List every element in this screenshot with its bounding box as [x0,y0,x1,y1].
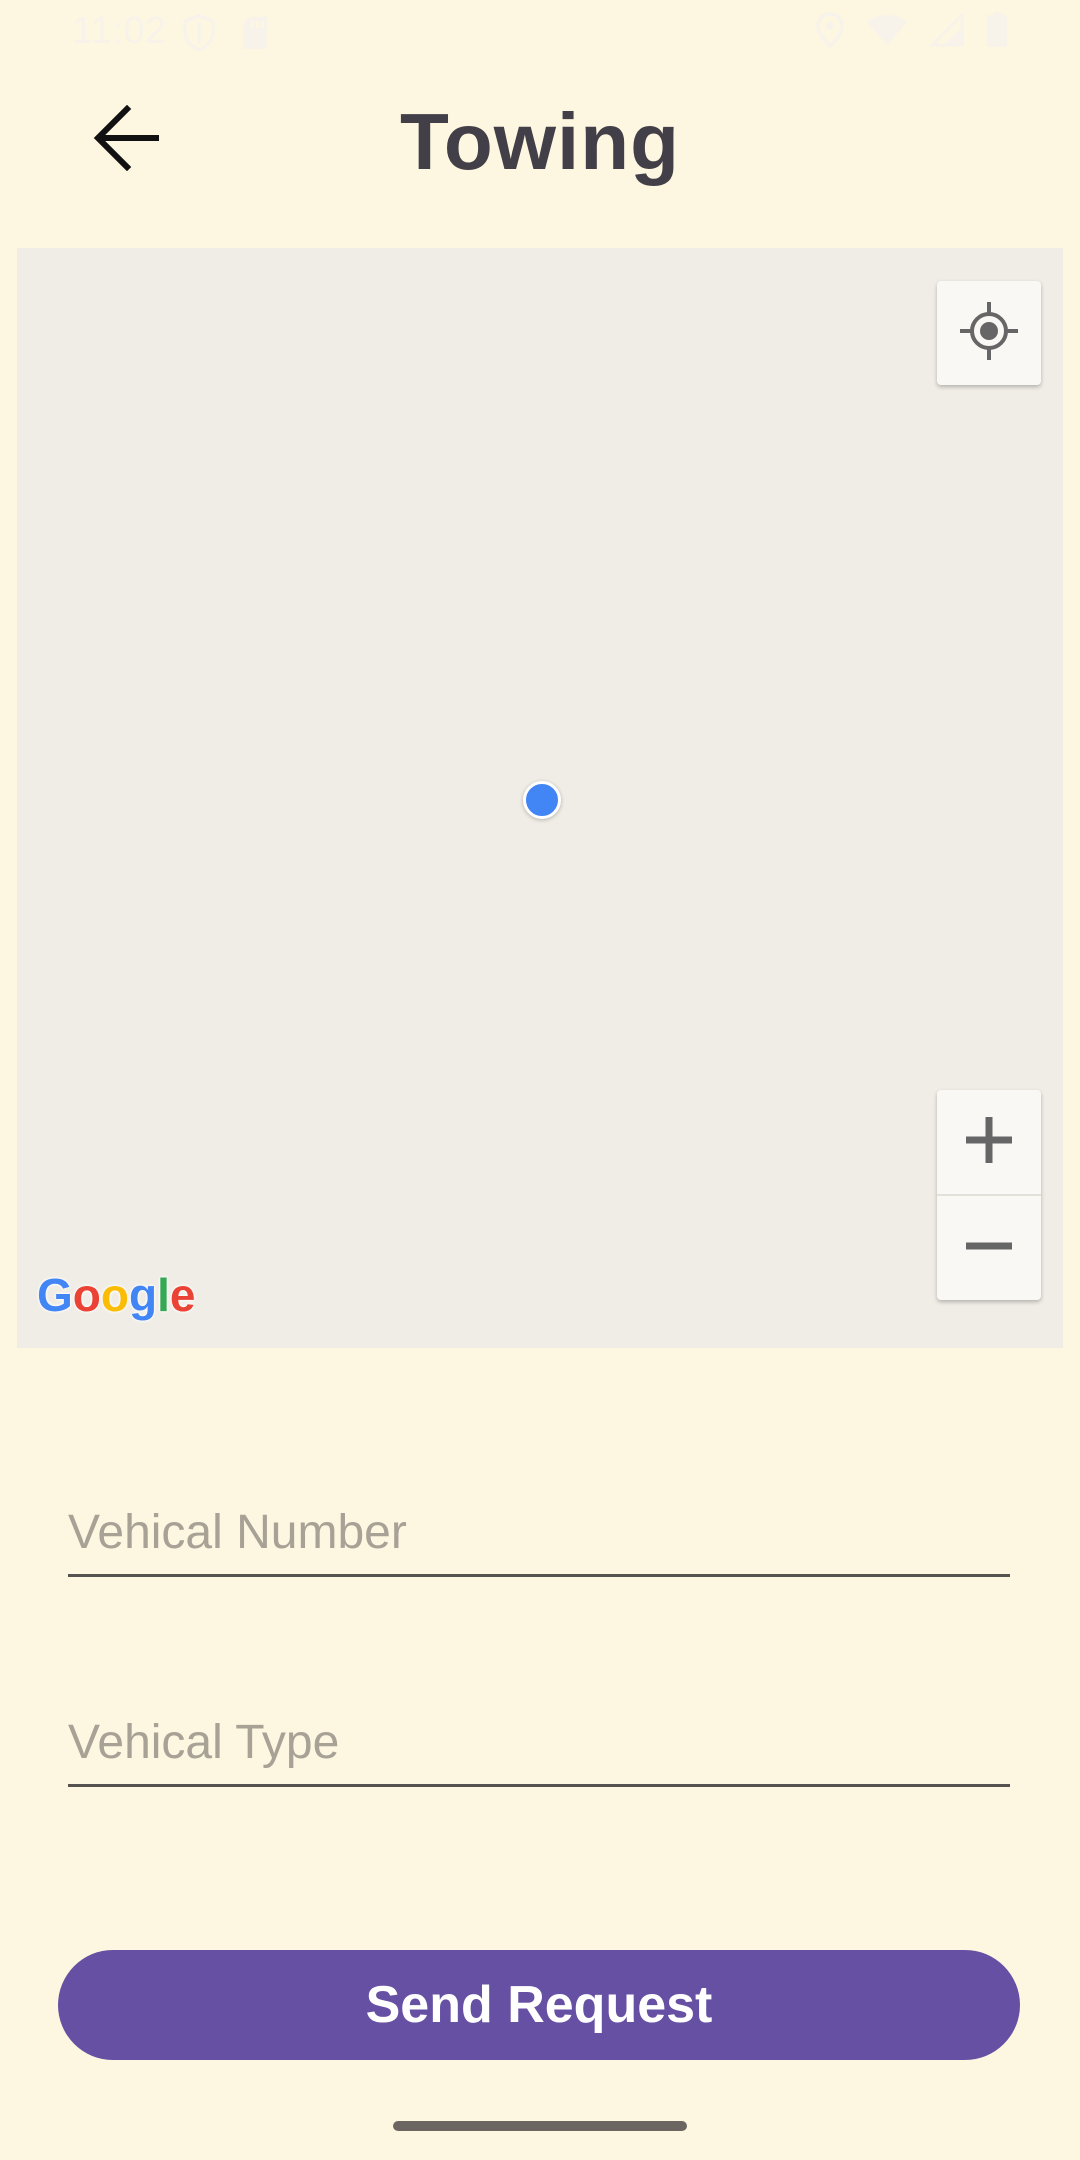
status-time: 11:02 [72,10,167,52]
sd-card-icon [240,15,270,51]
plus-icon [964,1115,1014,1170]
location-pin-icon [816,12,844,48]
shield-icon [182,14,216,52]
status-left-icons [182,14,270,52]
user-location-dot [523,781,561,819]
crosshair-icon [958,300,1020,367]
map-view[interactable]: Google [17,248,1063,1348]
vehicle-type-field [68,1715,1010,1787]
status-bar: 11:02 [0,0,1080,66]
page-title: Towing [400,97,680,186]
send-request-button[interactable]: Send Request [58,1950,1020,2060]
vehicle-type-input[interactable] [68,1715,1010,1784]
vehicle-number-input[interactable] [68,1505,1010,1574]
zoom-out-button[interactable] [937,1196,1041,1300]
home-indicator[interactable] [393,2121,687,2131]
battery-icon [986,12,1008,48]
vehicle-number-field [68,1505,1010,1577]
app-bar: Towing [0,66,1080,246]
status-right-icons [816,12,1008,48]
my-location-button[interactable] [937,281,1041,385]
zoom-in-button[interactable] [937,1090,1041,1194]
zoom-controls [937,1090,1041,1300]
minus-icon [964,1221,1014,1276]
app-screen: 11:02 Towing Google Vehical Number Vehic… [0,0,1080,2160]
wifi-icon [866,13,908,47]
google-logo: Google [37,1269,196,1321]
signal-icon [930,13,964,47]
